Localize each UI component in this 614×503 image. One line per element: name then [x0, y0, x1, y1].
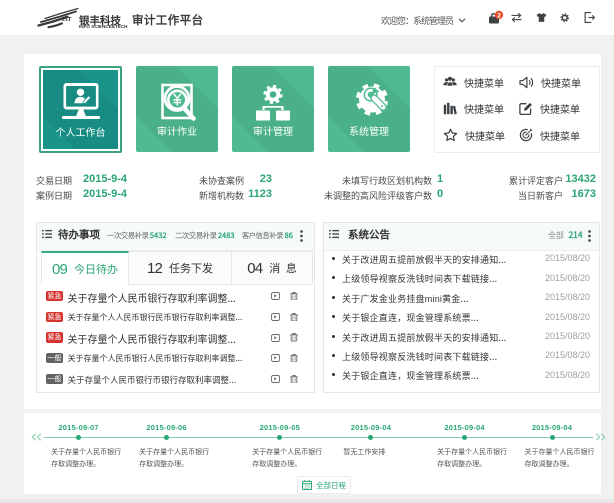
svg-text:2: 2 [497, 12, 501, 19]
svg-text:23: 23 [304, 485, 310, 490]
